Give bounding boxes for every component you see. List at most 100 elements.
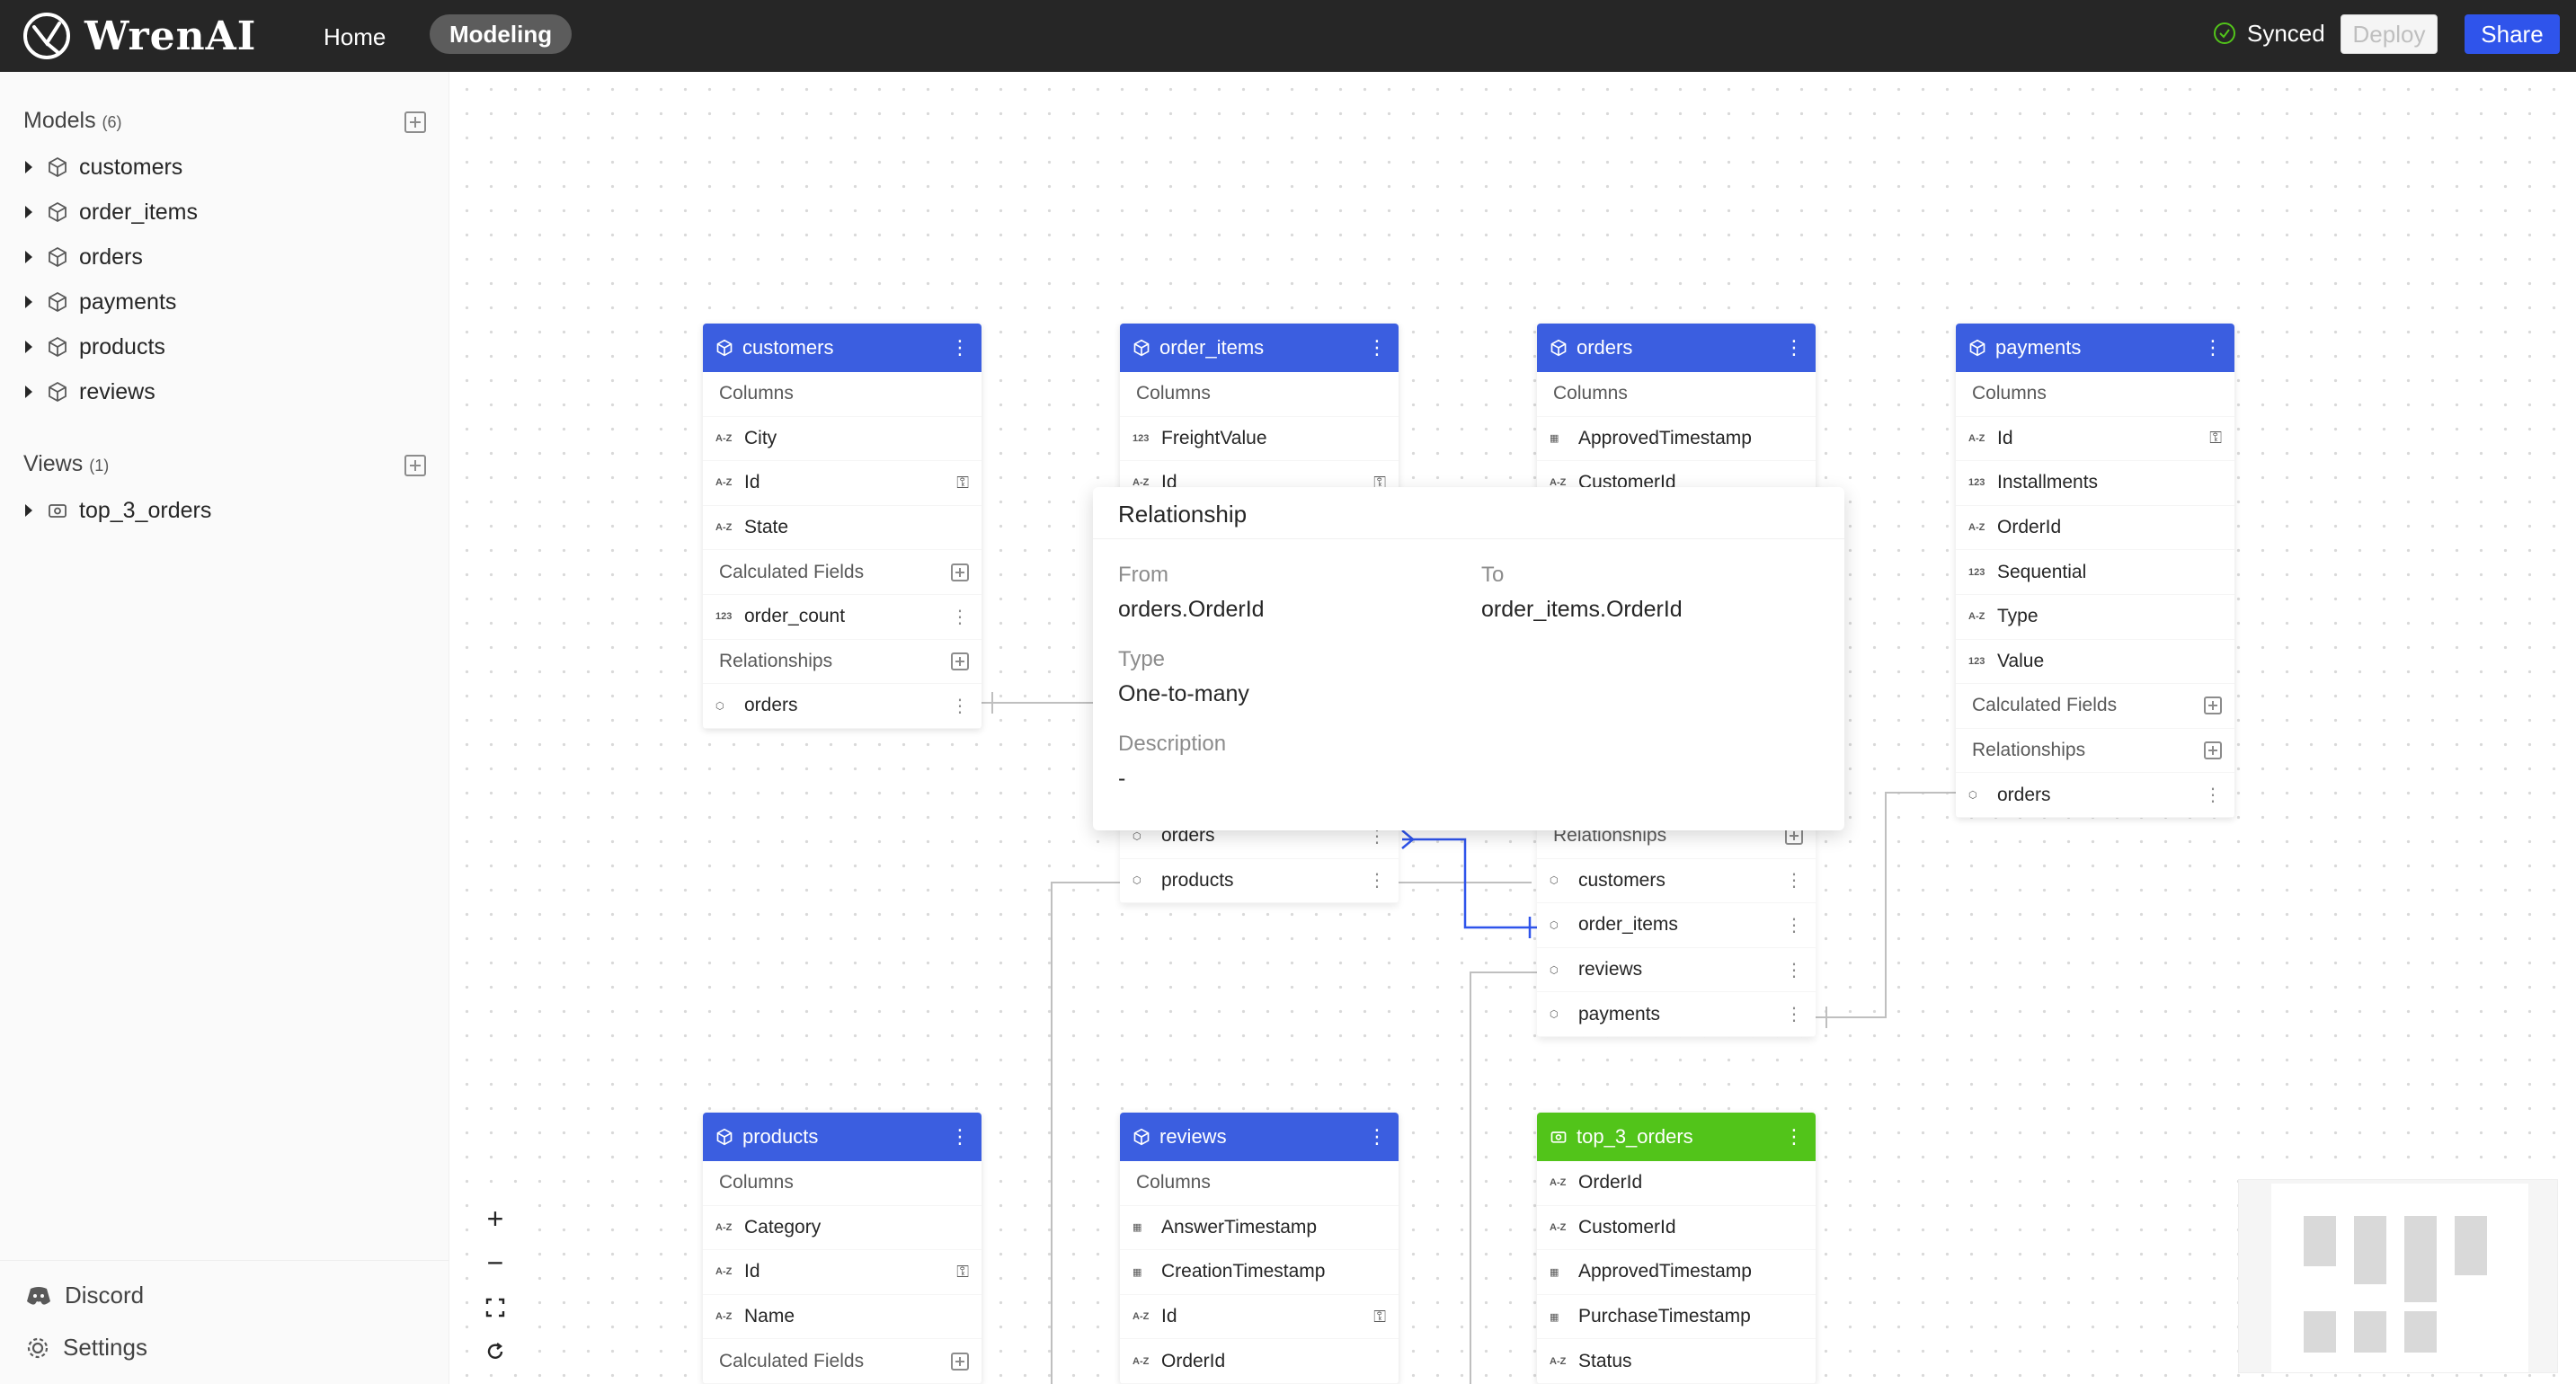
more-vertical-icon[interactable]: ⋮ bbox=[1367, 336, 1387, 359]
fit-view-button[interactable] bbox=[473, 1285, 518, 1329]
reset-view-button[interactable] bbox=[473, 1329, 518, 1373]
zoom-in-button[interactable]: + bbox=[473, 1197, 518, 1241]
to-value: order_items.OrderId bbox=[1481, 597, 1683, 622]
columns-section: Columns bbox=[1956, 372, 2234, 417]
more-vertical-icon[interactable]: ⋮ bbox=[2204, 784, 2222, 806]
more-vertical-icon[interactable]: ⋮ bbox=[951, 606, 969, 628]
node-header[interactable]: reviews ⋮ bbox=[1120, 1113, 1399, 1161]
column-row[interactable]: A-Z CustomerId bbox=[1537, 1206, 1816, 1251]
relationship-row[interactable]: ⬡ orders ⋮ bbox=[1956, 773, 2234, 818]
string-type-icon: A-Z bbox=[1968, 611, 1985, 623]
more-vertical-icon[interactable]: ⋮ bbox=[1785, 914, 1803, 936]
cube-icon: ⬡ bbox=[1550, 875, 1559, 887]
column-row[interactable]: A-Z Id ⚿ bbox=[1956, 417, 2234, 462]
relationship-row[interactable]: ⬡ customers ⋮ bbox=[1537, 859, 1816, 904]
node-title: orders bbox=[1577, 336, 1633, 359]
node-header[interactable]: top_3_orders ⋮ bbox=[1537, 1113, 1816, 1161]
from-value: orders.OrderId bbox=[1118, 597, 1265, 622]
more-vertical-icon[interactable]: ⋮ bbox=[950, 1125, 970, 1149]
zoom-out-button[interactable]: − bbox=[473, 1241, 518, 1285]
string-type-icon: A-Z bbox=[715, 1221, 733, 1233]
column-row[interactable]: A-Z Id ⚿ bbox=[703, 461, 982, 506]
more-vertical-icon[interactable]: ⋮ bbox=[1784, 336, 1804, 359]
view-node-top-3-orders[interactable]: top_3_orders ⋮ A-Z OrderId A-Z CustomerId … bbox=[1537, 1113, 1816, 1384]
cube-icon bbox=[1550, 339, 1567, 357]
column-row[interactable]: A-Z Type bbox=[1956, 595, 2234, 640]
column-row[interactable]: A-Z OrderId bbox=[1956, 506, 2234, 551]
selected-edge bbox=[1401, 830, 1537, 938]
add-relationship-button[interactable] bbox=[2204, 741, 2222, 760]
fit-view-icon bbox=[485, 1298, 505, 1317]
description-value: - bbox=[1118, 766, 1126, 791]
minimap[interactable] bbox=[2238, 1179, 2558, 1373]
column-row[interactable]: A-Z Status bbox=[1537, 1339, 1816, 1384]
column-row[interactable]: ▦ CreationTimestamp bbox=[1120, 1250, 1399, 1295]
calendar-icon: ▦ bbox=[1550, 433, 1559, 445]
more-vertical-icon[interactable]: ⋮ bbox=[1367, 1125, 1387, 1149]
string-type-icon: A-Z bbox=[1133, 1355, 1150, 1367]
more-vertical-icon[interactable]: ⋮ bbox=[1784, 1125, 1804, 1149]
column-row[interactable]: ▦ AnswerTimestamp bbox=[1120, 1206, 1399, 1251]
calendar-icon: ▦ bbox=[1550, 1311, 1559, 1323]
relationship-row[interactable]: ⬡ reviews ⋮ bbox=[1537, 948, 1816, 993]
column-row[interactable]: A-Z Name bbox=[703, 1295, 982, 1340]
column-row[interactable]: ▦ PurchaseTimestamp bbox=[1537, 1295, 1816, 1340]
column-row[interactable]: A-Z OrderId bbox=[1537, 1161, 1816, 1206]
model-node-orders-relationships[interactable]: Relationships ⬡ customers ⋮ ⬡ order_items ⋮ … bbox=[1537, 814, 1816, 1037]
column-row[interactable]: A-Z State bbox=[703, 506, 982, 551]
cube-icon: ⬡ bbox=[1133, 875, 1141, 887]
column-row[interactable]: 123 Value bbox=[1956, 640, 2234, 685]
more-vertical-icon[interactable]: ⋮ bbox=[1368, 869, 1386, 892]
model-node-reviews[interactable]: reviews ⋮ Columns ▦ AnswerTimestamp ▦ Crea… bbox=[1120, 1113, 1399, 1384]
type-value: One-to-many bbox=[1118, 681, 1249, 706]
more-vertical-icon[interactable]: ⋮ bbox=[951, 695, 969, 717]
column-row[interactable]: 123 FreightValue bbox=[1120, 417, 1399, 462]
column-row[interactable]: A-Z Id ⚿ bbox=[1120, 1295, 1399, 1340]
relationship-row[interactable]: ⬡ order_items ⋮ bbox=[1537, 903, 1816, 948]
relationship-row[interactable]: ⬡ payments ⋮ bbox=[1537, 992, 1816, 1037]
string-type-icon: A-Z bbox=[1133, 1311, 1150, 1323]
more-vertical-icon[interactable]: ⋮ bbox=[2203, 336, 2223, 359]
string-type-icon: A-Z bbox=[715, 432, 733, 444]
number-type-icon: 123 bbox=[1133, 432, 1150, 444]
column-row[interactable]: A-Z OrderId bbox=[1120, 1339, 1399, 1384]
more-vertical-icon[interactable]: ⋮ bbox=[950, 336, 970, 359]
columns-section: Columns bbox=[703, 1161, 982, 1206]
column-row[interactable]: A-Z City bbox=[703, 417, 982, 462]
relationship-row[interactable]: ⬡ orders ⋮ bbox=[703, 684, 982, 729]
node-header[interactable]: orders ⋮ bbox=[1537, 324, 1816, 372]
minimap-node bbox=[2455, 1216, 2487, 1275]
string-type-icon: A-Z bbox=[715, 477, 733, 489]
model-node-orders[interactable]: orders ⋮ Columns ▦ ApprovedTimestamp A-Z C… bbox=[1537, 324, 1816, 506]
cube-icon: ⬡ bbox=[1550, 919, 1559, 931]
cube-icon bbox=[1969, 339, 1985, 357]
relationship-row[interactable]: ⬡ products ⋮ bbox=[1120, 859, 1399, 904]
column-row[interactable]: 123 Sequential bbox=[1956, 550, 2234, 595]
column-row[interactable]: A-Z Id ⚿ bbox=[703, 1250, 982, 1295]
model-node-payments[interactable]: payments ⋮ Columns A-Z Id ⚿ 123 Installment… bbox=[1956, 324, 2234, 818]
node-header[interactable]: customers ⋮ bbox=[703, 324, 982, 372]
columns-section: Columns bbox=[1120, 372, 1399, 417]
minimap-node bbox=[2354, 1216, 2386, 1284]
model-node-customers[interactable]: customers ⋮ Columns A-Z City A-Z Id ⚿ A-Z St… bbox=[703, 324, 982, 729]
add-relationship-button[interactable] bbox=[951, 652, 969, 670]
column-row[interactable]: ▦ ApprovedTimestamp bbox=[1537, 1250, 1816, 1295]
column-row[interactable]: ▦ ApprovedTimestamp bbox=[1537, 417, 1816, 462]
add-calculated-field-button[interactable] bbox=[2204, 696, 2222, 715]
add-calculated-field-button[interactable] bbox=[951, 1352, 969, 1371]
more-vertical-icon[interactable]: ⋮ bbox=[1785, 959, 1803, 981]
calculated-field-row[interactable]: 123 order_count ⋮ bbox=[703, 595, 982, 640]
column-row[interactable]: 123 Installments bbox=[1956, 461, 2234, 506]
more-vertical-icon[interactable]: ⋮ bbox=[1785, 869, 1803, 892]
node-header[interactable]: products ⋮ bbox=[703, 1113, 982, 1161]
model-node-order-items[interactable]: order_items ⋮ Columns 123 FreightValue A-… bbox=[1120, 324, 1399, 506]
model-node-products[interactable]: products ⋮ Columns A-Z Category A-Z Id ⚿ A-… bbox=[703, 1113, 982, 1384]
node-header[interactable]: order_items ⋮ bbox=[1120, 324, 1399, 372]
column-row[interactable]: A-Z Category bbox=[703, 1206, 982, 1251]
node-header[interactable]: payments ⋮ bbox=[1956, 324, 2234, 372]
relationships-section: Relationships bbox=[703, 640, 982, 685]
cube-icon: ⬡ bbox=[1133, 830, 1141, 842]
more-vertical-icon[interactable]: ⋮ bbox=[1785, 1003, 1803, 1025]
add-calculated-field-button[interactable] bbox=[951, 563, 969, 581]
columns-section: Columns bbox=[1120, 1161, 1399, 1206]
